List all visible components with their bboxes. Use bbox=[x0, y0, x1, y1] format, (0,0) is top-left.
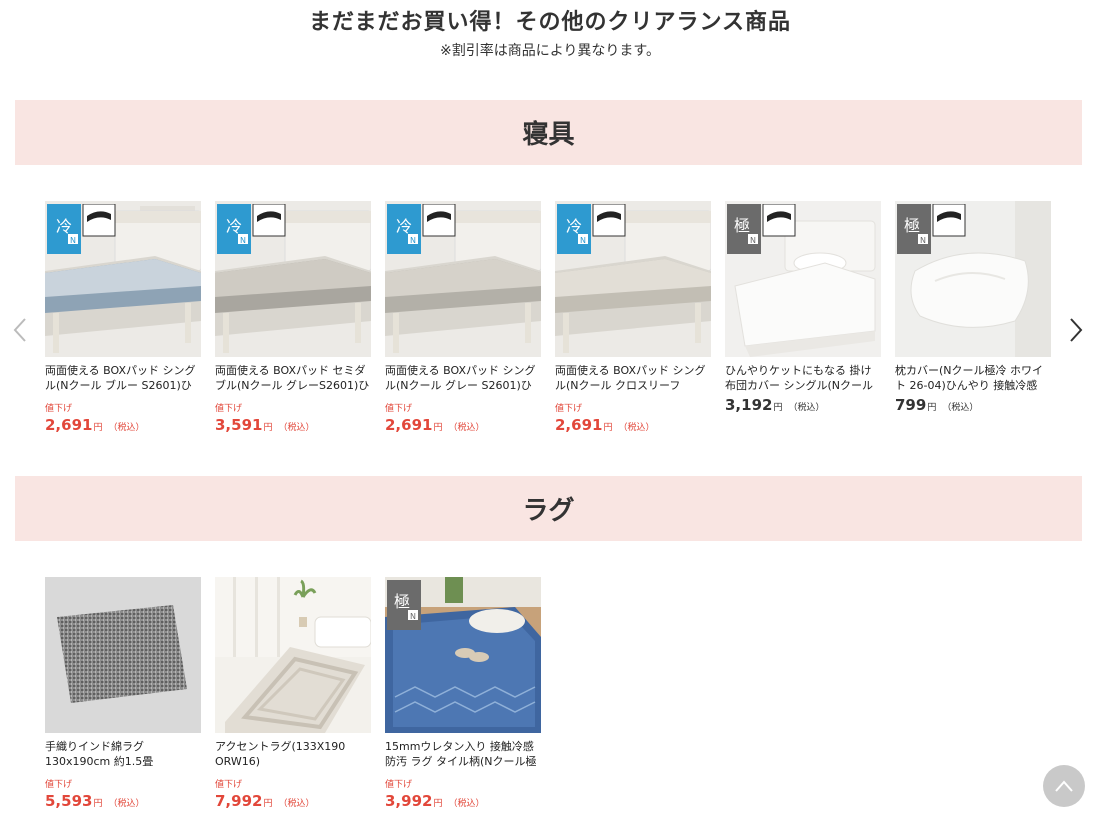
product-card[interactable]: 極 N 枕カバー(Nクール極冷 ホワイト 26-04)ひんやり 接触冷感 799… bbox=[895, 201, 1051, 414]
price-line: 3,591円 （税込） bbox=[215, 415, 371, 434]
price-drop-label: 値下げ bbox=[385, 780, 413, 790]
extreme-cool-badge-icon: 極 N bbox=[897, 204, 966, 254]
product-card[interactable]: 極 N 15mmウレタン入り 接触冷感 防汚 ラグ タイル柄(Nクール極冷 ネイ… bbox=[385, 577, 541, 810]
price: 7,992 bbox=[215, 792, 263, 810]
cool-badge-icon: 冷 N bbox=[217, 204, 286, 254]
svg-text:N: N bbox=[410, 612, 416, 621]
tax-note: （税込） bbox=[108, 799, 145, 809]
section-heading-bedding: 寝具 bbox=[15, 100, 1082, 165]
product-image[interactable] bbox=[45, 577, 201, 733]
product-image[interactable]: 極 N bbox=[725, 201, 881, 357]
price-drop-label: 値下げ bbox=[385, 404, 413, 414]
price: 799 bbox=[895, 396, 927, 414]
price: 3,192 bbox=[725, 396, 773, 414]
product-image[interactable]: 極 N bbox=[895, 201, 1051, 357]
cool-badge-icon: 冷 N bbox=[47, 204, 116, 254]
carousel-next-icon[interactable] bbox=[1066, 316, 1086, 344]
badge-char: 冷 bbox=[56, 217, 72, 236]
badge-char: 極 bbox=[904, 216, 920, 235]
price-line: 2,691円 （税込） bbox=[555, 415, 711, 434]
product-name[interactable]: 手織りインド綿ラグ 130x190cm 約1.5畳 ANM014(Living … bbox=[45, 739, 201, 769]
yen: 円 bbox=[93, 423, 103, 433]
yen: 円 bbox=[433, 799, 443, 809]
price: 2,691 bbox=[45, 416, 93, 434]
yen: 円 bbox=[263, 423, 273, 433]
price: 3,992 bbox=[385, 792, 433, 810]
tax-note: （税込） bbox=[278, 423, 315, 433]
svg-text:N: N bbox=[410, 236, 416, 245]
tax-note: （税込） bbox=[108, 423, 145, 433]
product-name[interactable]: 両面使える BOXパッド シングル(Nクール クロスリーフ S2601)ひんやり bbox=[555, 363, 711, 393]
extreme-cool-badge-icon: 極 N bbox=[727, 204, 796, 254]
product-image[interactable]: 冷 N bbox=[215, 201, 371, 357]
product-card[interactable]: アクセントラグ(133X190 ORW16) 値下げ 7,992円 （税込） bbox=[215, 577, 371, 810]
price-drop-label: 値下げ bbox=[215, 404, 243, 414]
product-card[interactable]: 手織りインド綿ラグ 130x190cm 約1.5畳 ANM014(Living … bbox=[45, 577, 201, 810]
product-image[interactable] bbox=[215, 577, 371, 733]
price-line: 3,992円 （税込） bbox=[385, 791, 541, 810]
price: 2,691 bbox=[385, 416, 433, 434]
price-line: 2,691円 （税込） bbox=[385, 415, 541, 434]
yen: 円 bbox=[93, 799, 103, 809]
tax-note: （税込） bbox=[942, 403, 979, 413]
price-line: 7,992円 （税込） bbox=[215, 791, 371, 810]
yen: 円 bbox=[773, 403, 783, 413]
svg-text:N: N bbox=[920, 236, 926, 245]
price-line: 5,593円 （税込） bbox=[45, 791, 201, 810]
product-image[interactable]: 冷 N bbox=[555, 201, 711, 357]
price-drop-label: 値下げ bbox=[555, 404, 583, 414]
badge-char: 極 bbox=[734, 216, 750, 235]
price: 3,591 bbox=[215, 416, 263, 434]
product-name[interactable]: ひんやりケットにもなる 掛け布団カバー シングル(Nクール極冷 ホワイト) bbox=[725, 363, 881, 393]
product-image[interactable]: 冷 N bbox=[385, 201, 541, 357]
tax-note: （税込） bbox=[278, 799, 315, 809]
product-card[interactable]: 極 N ひんやりケットにもなる 掛け布団カバー シングル(Nクール極冷 ホワイト… bbox=[725, 201, 881, 414]
product-name[interactable]: 枕カバー(Nクール極冷 ホワイト 26-04)ひんやり 接触冷感 bbox=[895, 363, 1051, 393]
product-name[interactable]: アクセントラグ(133X190 ORW16) bbox=[215, 739, 371, 769]
svg-text:N: N bbox=[240, 236, 246, 245]
badge-char: 冷 bbox=[396, 217, 412, 236]
back-to-top-button[interactable] bbox=[1043, 765, 1085, 807]
product-image[interactable]: 冷 N bbox=[45, 201, 201, 357]
product-image[interactable]: 極 N bbox=[385, 577, 541, 733]
tax-note: （税込） bbox=[448, 799, 485, 809]
price-drop-label: 値下げ bbox=[215, 780, 243, 790]
tax-note: （税込） bbox=[788, 403, 825, 413]
product-name[interactable]: 15mmウレタン入り 接触冷感 防汚 ラグ タイル柄(Nクール極冷 ネイビー) bbox=[385, 739, 541, 769]
price-line: 799円 （税込） bbox=[895, 395, 1051, 414]
yen: 円 bbox=[603, 423, 613, 433]
tax-note: （税込） bbox=[618, 423, 655, 433]
page-title: まだまだお買い得！その他のクリアランス商品 bbox=[308, 10, 792, 35]
discount-note: ※割引率は商品により異なります。 bbox=[439, 43, 661, 59]
product-card[interactable]: 冷 N 両面使える BOXパッド セミダブル(Nクール グレーS2601)ひんや… bbox=[215, 201, 371, 434]
price-line: 2,691円 （税込） bbox=[45, 415, 201, 434]
yen: 円 bbox=[263, 799, 273, 809]
yen: 円 bbox=[927, 403, 937, 413]
svg-text:N: N bbox=[750, 236, 756, 245]
badge-char: 冷 bbox=[226, 217, 242, 236]
svg-text:N: N bbox=[580, 236, 586, 245]
badge-char: 極 bbox=[394, 592, 410, 611]
yen: 円 bbox=[433, 423, 443, 433]
extreme-cool-badge-icon: 極 N bbox=[387, 580, 421, 630]
cool-badge-icon: 冷 N bbox=[557, 204, 626, 254]
svg-text:N: N bbox=[70, 236, 76, 245]
cool-badge-icon: 冷 N bbox=[387, 204, 456, 254]
chevron-up-icon bbox=[1055, 780, 1073, 792]
product-card[interactable]: 冷 N 両面使える BOXパッド シングル(Nクール グレー S2601)ひんや… bbox=[385, 201, 541, 434]
price-drop-label: 値下げ bbox=[45, 780, 73, 790]
product-card[interactable]: 冷 N 両面使える BOXパッド シングル(Nクール ブルー S2601)ひんや… bbox=[45, 201, 201, 434]
badge-char: 冷 bbox=[566, 217, 582, 236]
price-drop-label: 値下げ bbox=[45, 404, 73, 414]
product-card[interactable]: 冷 N 両面使える BOXパッド シングル(Nクール クロスリーフ S2601)… bbox=[555, 201, 711, 434]
carousel-prev-icon[interactable] bbox=[10, 316, 30, 344]
section-heading-rugs: ラグ bbox=[15, 476, 1082, 541]
price-line: 3,192円 （税込） bbox=[725, 395, 881, 414]
tax-note: （税込） bbox=[448, 423, 485, 433]
product-name[interactable]: 両面使える BOXパッド セミダブル(Nクール グレーS2601)ひんやり bbox=[215, 363, 371, 393]
product-name[interactable]: 両面使える BOXパッド シングル(Nクール グレー S2601)ひんやり bbox=[385, 363, 541, 393]
price: 5,593 bbox=[45, 792, 93, 810]
price: 2,691 bbox=[555, 416, 603, 434]
product-name[interactable]: 両面使える BOXパッド シングル(Nクール ブルー S2601)ひんやり bbox=[45, 363, 201, 393]
